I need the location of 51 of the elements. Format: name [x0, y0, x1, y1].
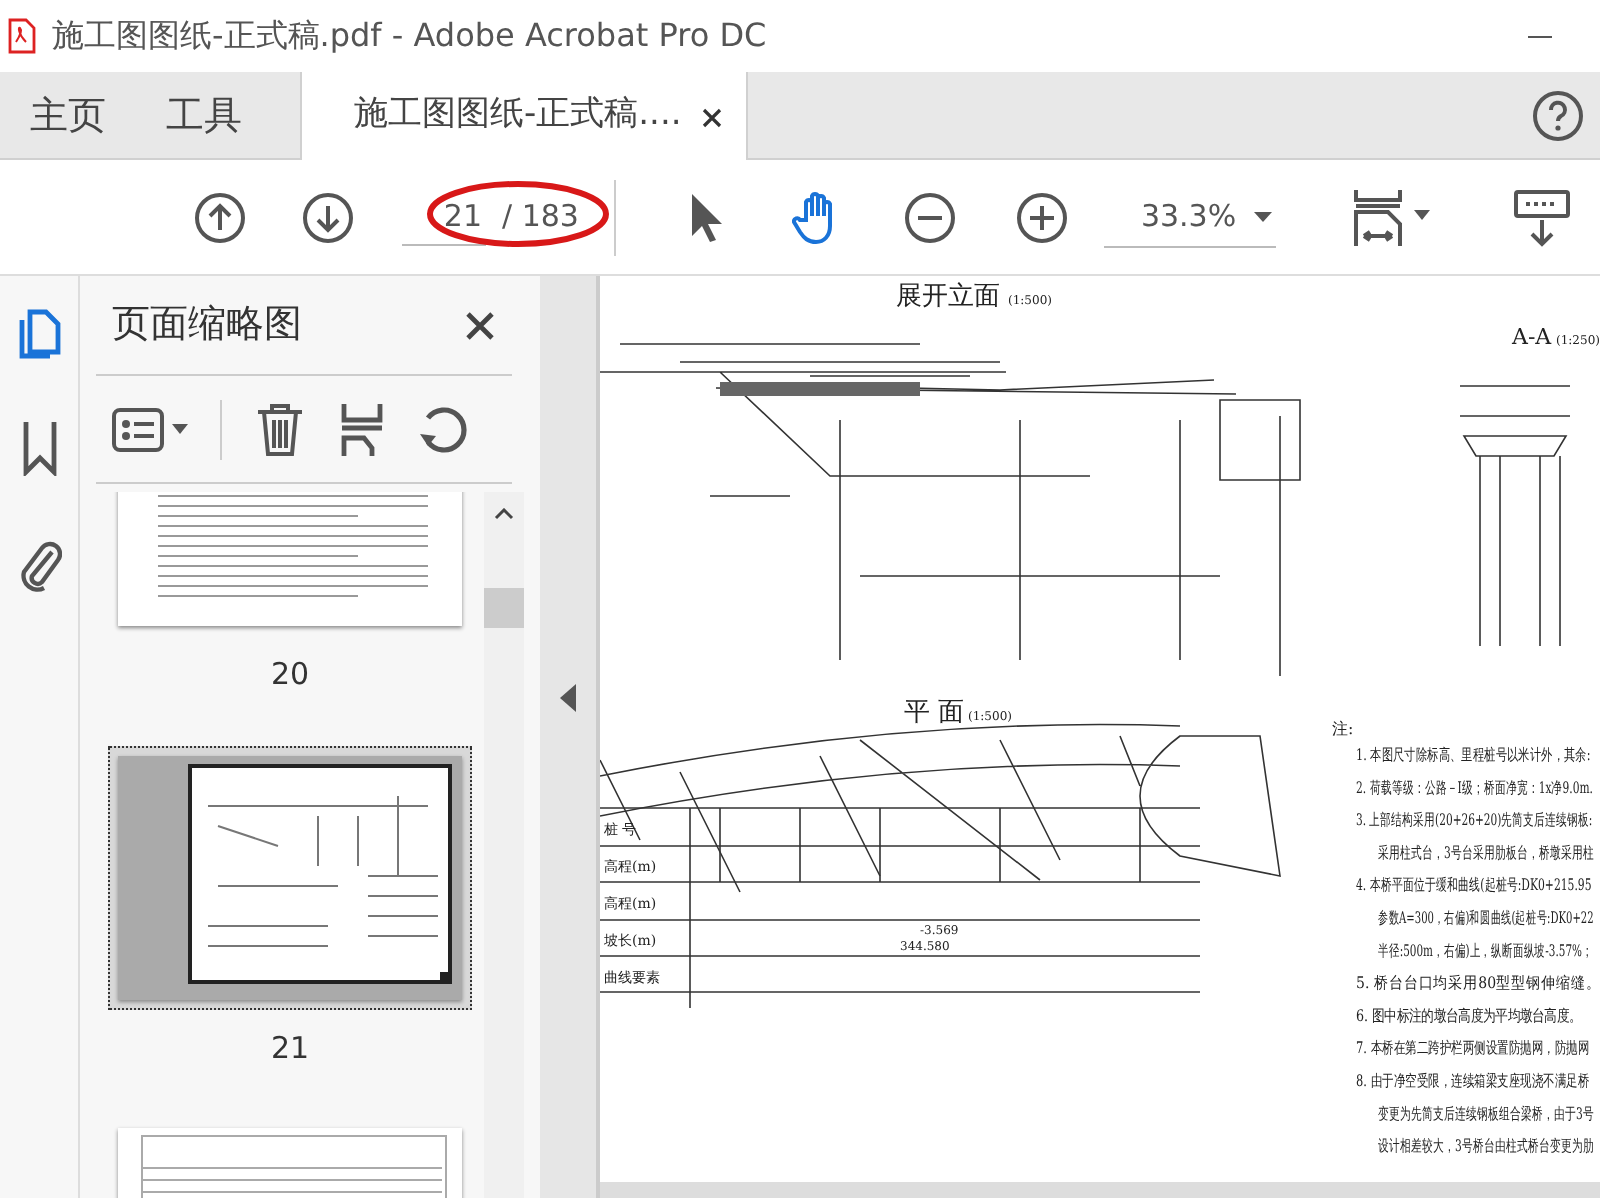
zoom-in-icon[interactable] [1016, 191, 1069, 243]
zoom-out-icon[interactable] [904, 191, 957, 243]
note-line: 5. 桥台台口均采用80型型钢伸缩缝。 [1356, 973, 1600, 993]
note-line: 参数A=300，右偏)和圆曲线(起桩号:DK0+22 [1378, 908, 1594, 928]
scroll-up-icon[interactable] [494, 508, 514, 520]
tab[interactable]: 主页 [0, 72, 136, 160]
scrollbar[interactable] [484, 492, 524, 1198]
trash-icon[interactable] [254, 401, 306, 457]
bookmark-icon[interactable] [21, 420, 57, 476]
minimize-icon[interactable] [1528, 35, 1552, 37]
tab[interactable]: 施工图图纸-正式稿.... [300, 72, 748, 160]
caret-icon [172, 424, 188, 434]
panel-title: 页面缩略图 [112, 300, 302, 351]
note-line: 1. 本图尺寸除标高、里程桩号以米计外，其余: [1356, 746, 1591, 765]
select-tool-icon[interactable] [688, 191, 725, 243]
options-dropdown[interactable] [112, 407, 188, 451]
close-icon[interactable] [464, 309, 496, 341]
pages-icon[interactable] [17, 308, 61, 360]
page-up-icon[interactable] [194, 191, 246, 243]
rotate-icon[interactable] [418, 403, 470, 455]
tab[interactable]: 工具 [136, 72, 272, 160]
page-total: / 183 [502, 196, 579, 239]
page-number: 20 [270, 654, 310, 696]
help-icon[interactable] [1532, 89, 1584, 141]
more-tools-icon[interactable] [1512, 187, 1573, 247]
note-line: 设计相差较大，3号桥台由柱式桥台变更为肋 [1378, 1137, 1594, 1156]
note-line: 半径:500m，右偏)上，纵断面纵坡-3.57%； [1378, 941, 1593, 961]
paperclip-icon[interactable] [17, 536, 61, 592]
extract-page-icon[interactable] [338, 401, 386, 457]
collapse-panel-button[interactable] [560, 683, 576, 711]
note-line: 8. 由于净空受限，连续箱梁支座现浇不满足桥 [1356, 1072, 1590, 1091]
fit-page-icon[interactable] [1352, 187, 1433, 247]
window-title: 施工图图纸-正式稿.pdf - Adobe Acrobat Pro DC [52, 14, 767, 58]
note-line: 变更为先简支后连续钢板组合梁桥，由于3号 [1378, 1104, 1594, 1124]
drawing-title: 平 面 [904, 698, 965, 728]
note-line: 4. 本桥平面位于缓和曲线(起桩号:DK0+215.95 [1356, 876, 1592, 896]
note-line: 采用柱式台，3号台采用肋板台，桥墩采用柱 [1378, 843, 1594, 863]
notes-title: 注: [1332, 720, 1354, 738]
zoom-dropdown[interactable]: 33.3% [1104, 187, 1277, 247]
pdf-file-icon [8, 18, 36, 54]
scroll-thumb[interactable] [484, 588, 524, 628]
note-line: 2. 荷载等级：公路－Ⅰ级；桥面净宽：1x净9.0m. [1356, 778, 1593, 798]
drawing-title: A-A [1512, 324, 1552, 350]
page-down-icon[interactable] [302, 191, 354, 243]
page-number: 21 [270, 1027, 310, 1069]
drawing-title: 展开立面 [896, 282, 1000, 312]
note-line: 6. 图中标注的墩台高度为平均墩台高度。 [1356, 1005, 1582, 1026]
horizontal-scrollbar[interactable] [600, 1182, 1600, 1198]
note-line: 7. 本桥在第二跨护栏两侧设置防抛网，防抛网 [1356, 1039, 1590, 1058]
note-line: 3. 上部结构采用(20+26+20)先简支后连续钢板: [1356, 811, 1593, 830]
caret-icon [1254, 211, 1273, 221]
